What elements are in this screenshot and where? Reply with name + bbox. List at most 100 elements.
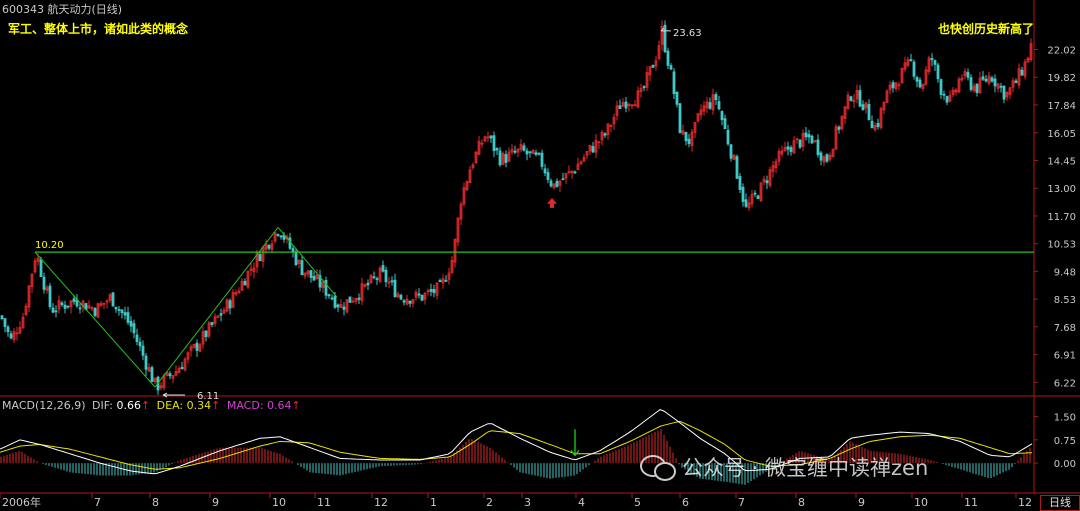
candle-body bbox=[738, 176, 742, 190]
candle-body bbox=[687, 138, 691, 144]
candle-body bbox=[75, 299, 79, 307]
time-tick-label: 9 bbox=[858, 496, 865, 509]
candle-body bbox=[393, 279, 397, 298]
candle-body bbox=[348, 296, 352, 303]
candle-body bbox=[420, 294, 424, 301]
candle-body bbox=[735, 156, 739, 179]
period-box[interactable]: 日线 bbox=[1040, 495, 1080, 511]
candle-body bbox=[555, 180, 559, 187]
trend-line bbox=[277, 227, 338, 298]
time-tick-label: 2006年 bbox=[2, 495, 41, 509]
price-tick-label: 19.82 bbox=[1047, 73, 1076, 84]
candle-body bbox=[0, 315, 4, 320]
candle-body bbox=[528, 151, 532, 154]
candle-body bbox=[717, 101, 721, 110]
candle-body bbox=[918, 79, 922, 88]
candle-body bbox=[492, 135, 496, 152]
candle-body bbox=[66, 305, 70, 308]
chart-canvas[interactable]: 6.22 6.91 7.68 8.53 9.48 10.53 11.70 13.00 14.45… bbox=[0, 0, 1080, 511]
candle-body bbox=[372, 276, 376, 279]
candle-body bbox=[390, 280, 394, 283]
candle-body bbox=[591, 146, 595, 153]
candle-body bbox=[312, 275, 316, 281]
candle-body bbox=[357, 297, 361, 300]
time-tick-label: 9 bbox=[212, 496, 219, 509]
watermark-text: 公众号 · 微宝缠中读禅zen bbox=[682, 456, 929, 480]
price-tick-label: 8.53 bbox=[1054, 295, 1076, 306]
candle-body bbox=[3, 318, 7, 327]
candle-body bbox=[504, 154, 508, 163]
price-tick-label: 6.91 bbox=[1054, 351, 1076, 362]
candle-body bbox=[495, 148, 499, 151]
candle-body bbox=[1014, 80, 1018, 84]
candle-body bbox=[243, 280, 247, 286]
candle-body bbox=[618, 105, 622, 109]
candle-body bbox=[300, 260, 304, 276]
candle-body bbox=[909, 59, 913, 61]
candle-body bbox=[336, 304, 340, 308]
dea-value: 0.34 bbox=[186, 399, 212, 412]
dif-label: DIF: bbox=[92, 399, 113, 412]
new-high-note: 也快创历史新高了 bbox=[938, 22, 1035, 36]
candle-body bbox=[72, 298, 76, 302]
candle-body bbox=[204, 330, 208, 338]
candle-body bbox=[837, 126, 841, 130]
trend-line bbox=[154, 227, 279, 388]
candle-body bbox=[990, 77, 994, 82]
candle-body bbox=[381, 265, 385, 272]
price-tick-label: 11.70 bbox=[1047, 212, 1076, 223]
candle-body bbox=[786, 146, 790, 150]
candle-body bbox=[366, 282, 370, 286]
candle-body bbox=[384, 269, 388, 283]
candle-body bbox=[327, 294, 331, 297]
candle-body bbox=[168, 373, 172, 377]
candle-body bbox=[78, 307, 82, 310]
candle-body bbox=[408, 300, 412, 304]
candle-body bbox=[1020, 69, 1024, 76]
candle-body bbox=[726, 129, 730, 145]
candle-body bbox=[942, 93, 946, 96]
candle-body bbox=[756, 195, 760, 200]
candle-body bbox=[375, 278, 379, 280]
candle-body bbox=[678, 103, 682, 134]
trend-line bbox=[34, 251, 156, 388]
candle-body bbox=[933, 60, 937, 65]
time-tick-label: 7 bbox=[94, 496, 101, 509]
time-tick-label: 7 bbox=[738, 496, 745, 509]
candle-body bbox=[798, 139, 802, 148]
candle-body bbox=[126, 312, 130, 323]
candle-body bbox=[675, 91, 679, 105]
candle-body bbox=[63, 304, 67, 309]
candle-body bbox=[561, 178, 565, 181]
watermark: 公众号 · 微宝缠中读禅zen bbox=[640, 452, 928, 482]
candle-body bbox=[150, 367, 154, 383]
candle-body bbox=[789, 147, 793, 152]
candle-body bbox=[489, 135, 493, 139]
price-tick-label: 6.22 bbox=[1054, 378, 1076, 389]
candle-body bbox=[945, 96, 949, 103]
candle-body bbox=[444, 279, 448, 282]
candle-body bbox=[651, 64, 655, 68]
candle-body bbox=[123, 312, 127, 316]
period-label: (日线) bbox=[91, 3, 123, 16]
candle-body bbox=[132, 323, 136, 334]
candle-body bbox=[135, 334, 139, 343]
candle-body bbox=[429, 289, 433, 292]
candle-body bbox=[546, 172, 550, 181]
macd-up-icon: ↑ bbox=[291, 399, 301, 412]
wechat-icon bbox=[640, 453, 676, 481]
candle-body bbox=[672, 71, 676, 95]
candle-body bbox=[309, 270, 313, 278]
candle-body bbox=[399, 294, 403, 300]
macd-tick-label: 0.75 bbox=[1054, 436, 1076, 447]
price-tick-label: 14.45 bbox=[1047, 156, 1076, 167]
candle-body bbox=[858, 90, 862, 107]
dif-up-icon: ↑ bbox=[140, 399, 151, 412]
dif-value: 0.66 bbox=[116, 399, 141, 412]
time-tick-label: 2 bbox=[486, 496, 493, 509]
price-tick-label: 7.68 bbox=[1054, 323, 1076, 334]
candle-body bbox=[729, 144, 733, 159]
candle-body bbox=[936, 64, 940, 80]
macd-tick-label: 1.50 bbox=[1054, 413, 1076, 424]
time-tick-label: 12 bbox=[374, 496, 388, 509]
